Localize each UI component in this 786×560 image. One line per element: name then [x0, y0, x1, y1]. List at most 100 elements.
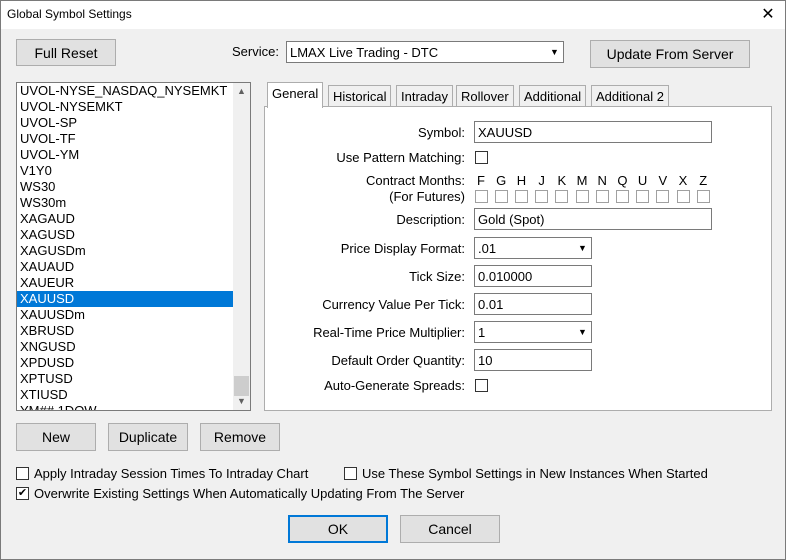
- overwrite-label: Overwrite Existing Settings When Automat…: [34, 486, 465, 501]
- scroll-up-icon[interactable]: ▲: [233, 83, 250, 100]
- contract-month-label: F: [477, 173, 485, 188]
- tab-additional-2[interactable]: Additional 2: [591, 85, 669, 107]
- apply-intraday-checkbox[interactable]: [16, 467, 29, 480]
- ok-button[interactable]: OK: [288, 515, 388, 543]
- tab-additional[interactable]: Additional: [519, 85, 587, 107]
- service-label: Service:: [232, 44, 279, 59]
- symbol-list-item[interactable]: XPDUSD: [17, 355, 233, 371]
- symbol-list-item[interactable]: XPTUSD: [17, 371, 233, 387]
- use-settings-label: Use These Symbol Settings in New Instanc…: [362, 466, 708, 481]
- price-multiplier-select[interactable]: 1 ▼: [474, 321, 592, 343]
- chevron-down-icon[interactable]: ▼: [546, 42, 563, 62]
- symbol-list-item[interactable]: XAUAUD: [17, 259, 233, 275]
- symbol-list-item[interactable]: XAGUSDm: [17, 243, 233, 259]
- symbol-list-item[interactable]: XAUUSDm: [17, 307, 233, 323]
- contract-month-checkbox[interactable]: [595, 190, 609, 203]
- symbol-list-item[interactable]: WS30: [17, 179, 233, 195]
- symbol-list-item[interactable]: XAUUSD: [17, 291, 233, 307]
- description-label: Description:: [396, 212, 465, 227]
- symbol-list-scrollbar[interactable]: ▲ ▼: [233, 83, 250, 410]
- tab-general[interactable]: General: [267, 82, 324, 108]
- symbol-list-item[interactable]: UVOL-SP: [17, 115, 233, 131]
- currency-per-tick-field[interactable]: 0.01: [474, 293, 592, 315]
- service-select[interactable]: LMAX Live Trading - DTC ▼: [286, 41, 564, 63]
- contract-months-label: Contract Months:: [366, 173, 465, 188]
- contract-month-label: G: [496, 173, 507, 188]
- price-format-select[interactable]: .01 ▼: [474, 237, 592, 259]
- order-quantity-field[interactable]: 10: [474, 349, 592, 371]
- symbol-list-item[interactable]: YM##.1DOW: [17, 403, 233, 410]
- contract-month-label: H: [516, 173, 527, 188]
- close-icon[interactable]: ✕: [751, 1, 785, 29]
- contract-month-label: V: [658, 173, 668, 188]
- price-multiplier-value: 1: [478, 324, 486, 340]
- update-from-server-button[interactable]: Update From Server: [590, 40, 750, 68]
- symbol-list-item[interactable]: XAUEUR: [17, 275, 233, 291]
- apply-intraday-label: Apply Intraday Session Times To Intraday…: [34, 466, 309, 481]
- pattern-matching-checkbox[interactable]: [475, 151, 488, 164]
- use-settings-checkbox[interactable]: [344, 467, 357, 480]
- contract-month-label: M: [576, 173, 588, 188]
- cancel-button[interactable]: Cancel: [400, 515, 500, 543]
- contract-month-checkbox[interactable]: [535, 190, 549, 203]
- remove-button[interactable]: Remove: [200, 423, 280, 451]
- chevron-down-icon[interactable]: ▼: [574, 322, 591, 342]
- symbol-list-item[interactable]: UVOL-TF: [17, 131, 233, 147]
- symbol-list-item[interactable]: UVOL-NYSEMKT: [17, 99, 233, 115]
- dialog-window: Global Symbol Settings ✕ Full Reset Serv…: [0, 0, 786, 560]
- contract-month-checkbox[interactable]: [615, 190, 629, 203]
- symbol-list[interactable]: UVOL-NYSE_NASDAQ_NYSEMKT UVOL-NYSEMKT UVOL…: [16, 82, 251, 411]
- window-title: Global Symbol Settings: [7, 7, 132, 21]
- contract-month-label: Q: [617, 173, 628, 188]
- pattern-matching-label: Use Pattern Matching:: [336, 150, 465, 165]
- contract-month-label: J: [538, 173, 545, 188]
- for-futures-label: (For Futures): [389, 189, 465, 204]
- order-quantity-label: Default Order Quantity:: [331, 353, 465, 368]
- symbol-list-item[interactable]: V1Y0: [17, 163, 233, 179]
- symbol-list-item[interactable]: UVOL-YM: [17, 147, 233, 163]
- contract-month-checkbox[interactable]: [555, 190, 569, 203]
- tab-rollover[interactable]: Rollover: [456, 85, 514, 107]
- description-field[interactable]: Gold (Spot): [474, 208, 712, 230]
- currency-per-tick-label: Currency Value Per Tick:: [322, 297, 465, 312]
- chevron-down-icon[interactable]: ▼: [574, 238, 591, 258]
- symbol-list-item[interactable]: UVOL-NYSE_NASDAQ_NYSEMKT: [17, 83, 233, 99]
- service-value: LMAX Live Trading - DTC: [290, 44, 439, 60]
- price-format-label: Price Display Format:: [340, 241, 465, 256]
- symbol-field[interactable]: XAUUSD: [474, 121, 712, 143]
- tick-size-label: Tick Size:: [409, 269, 465, 284]
- symbol-list-item[interactable]: XAGAUD: [17, 211, 233, 227]
- contract-month-label: Z: [699, 173, 708, 188]
- symbol-list-item[interactable]: XNGUSD: [17, 339, 233, 355]
- check-icon: ✔: [17, 487, 28, 499]
- symbol-list-item[interactable]: XAGUSD: [17, 227, 233, 243]
- symbol-label: Symbol:: [418, 125, 465, 140]
- contract-month-checkbox[interactable]: [676, 190, 690, 203]
- contract-month-checkbox[interactable]: [494, 190, 508, 203]
- contract-month-label: X: [678, 173, 688, 188]
- symbol-list-item[interactable]: XBRUSD: [17, 323, 233, 339]
- contract-month-checkbox[interactable]: [656, 190, 670, 203]
- contract-month-checkbox[interactable]: [575, 190, 589, 203]
- tab-intraday[interactable]: Intraday: [396, 85, 453, 107]
- title-bar: Global Symbol Settings ✕: [1, 1, 785, 29]
- contract-month-label: K: [557, 173, 567, 188]
- symbol-list-item[interactable]: WS30m: [17, 195, 233, 211]
- symbol-list-item[interactable]: XTIUSD: [17, 387, 233, 403]
- tab-historical[interactable]: Historical: [328, 85, 392, 107]
- new-button[interactable]: New: [16, 423, 96, 451]
- contract-month-checkbox[interactable]: [696, 190, 710, 203]
- contract-month-label: U: [637, 173, 648, 188]
- price-format-value: .01: [478, 240, 497, 256]
- contract-month-checkbox[interactable]: [514, 190, 528, 203]
- full-reset-button[interactable]: Full Reset: [16, 39, 116, 66]
- duplicate-button[interactable]: Duplicate: [108, 423, 188, 451]
- contract-month-checkbox[interactable]: [636, 190, 650, 203]
- contract-month-checkbox[interactable]: [474, 190, 488, 203]
- tick-size-field[interactable]: 0.010000: [474, 265, 592, 287]
- overwrite-checkbox[interactable]: ✔: [16, 487, 29, 500]
- auto-spreads-label: Auto-Generate Spreads:: [324, 378, 465, 393]
- contract-month-label: N: [597, 173, 607, 188]
- auto-spreads-checkbox[interactable]: [475, 379, 488, 392]
- scroll-down-icon[interactable]: ▼: [233, 393, 250, 410]
